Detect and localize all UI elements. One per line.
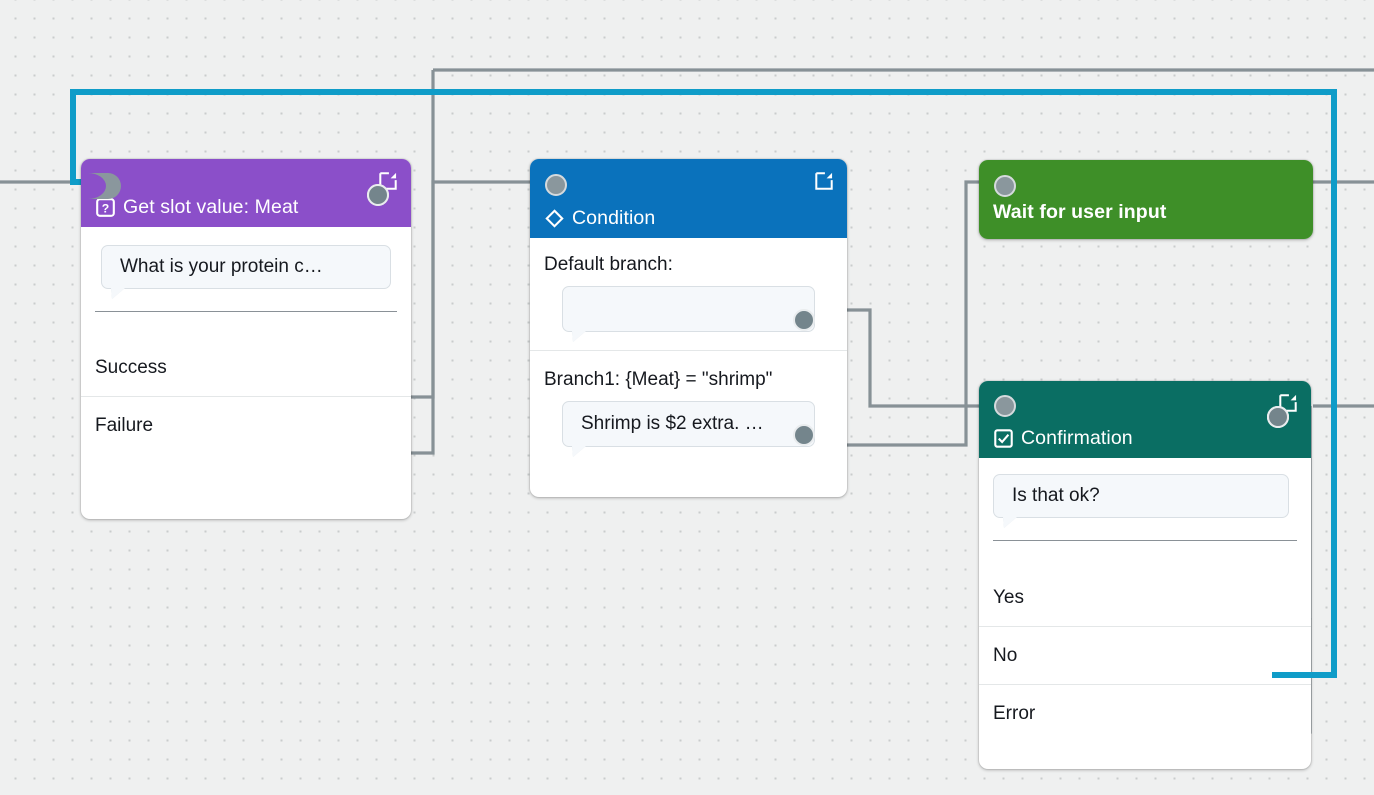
node-body: Default branch: Branch1: {Meat} = "shrim… bbox=[530, 238, 847, 465]
node-header[interactable]: ? Get slot value: Meat bbox=[81, 159, 411, 227]
output-port-error[interactable] bbox=[1267, 406, 1289, 428]
node-get-slot-value-meat[interactable]: ? Get slot value: Meat What is your prot… bbox=[81, 159, 411, 519]
node-title: Condition bbox=[572, 209, 655, 229]
edit-icon[interactable] bbox=[813, 170, 835, 192]
node-title: Get slot value: Meat bbox=[123, 198, 298, 218]
output-label-success: Success bbox=[95, 357, 167, 379]
output-label-error: Error bbox=[993, 703, 1035, 725]
branch-prompt-text-1: Shrimp is $2 extra. … bbox=[581, 413, 764, 435]
node-wait-for-user-input[interactable]: Wait for user input bbox=[979, 160, 1313, 239]
branch-prompt-wrap-default bbox=[530, 276, 847, 350]
diamond-icon bbox=[544, 208, 565, 229]
node-title-row: Confirmation bbox=[993, 428, 1133, 449]
output-label-failure: Failure bbox=[95, 415, 153, 437]
node-body: What is your protein c… Success Failure bbox=[81, 227, 411, 454]
node-title-row: Condition bbox=[544, 208, 655, 229]
node-condition[interactable]: Condition Default branch: Branch1: {Meat… bbox=[530, 159, 847, 497]
output-row-yes[interactable]: Yes bbox=[979, 569, 1311, 626]
node-header[interactable]: Wait for user input bbox=[979, 160, 1313, 239]
branch-output-port-default[interactable] bbox=[793, 309, 815, 331]
node-title: Confirmation bbox=[1021, 429, 1133, 449]
node-confirmation[interactable]: Confirmation Is that ok? Yes No bbox=[979, 381, 1311, 769]
checkbox-icon bbox=[993, 428, 1014, 449]
output-row-success[interactable]: Success bbox=[81, 339, 411, 396]
output-label-no: No bbox=[993, 645, 1017, 667]
node-header[interactable]: Confirmation bbox=[979, 381, 1311, 458]
node-body: Is that ok? Yes No Error bbox=[979, 458, 1311, 742]
prompt-wrap: Is that ok? bbox=[979, 458, 1311, 540]
prompt-text: Is that ok? bbox=[1012, 485, 1100, 507]
node-title-row: Wait for user input bbox=[993, 203, 1166, 223]
branch-label-default: Default branch: bbox=[530, 238, 847, 276]
output-label-yes: Yes bbox=[993, 587, 1024, 609]
output-row-no[interactable]: No bbox=[979, 627, 1311, 684]
input-port[interactable] bbox=[994, 395, 1016, 417]
input-port-arrow[interactable] bbox=[86, 167, 132, 207]
input-port[interactable] bbox=[994, 175, 1016, 197]
node-header[interactable]: Condition bbox=[530, 159, 847, 238]
flow-canvas[interactable]: ? Get slot value: Meat What is your prot… bbox=[0, 0, 1374, 795]
prompt-text: What is your protein c… bbox=[120, 256, 323, 278]
prompt-bubble[interactable]: Is that ok? bbox=[993, 474, 1289, 518]
output-port-failure[interactable] bbox=[367, 184, 389, 206]
input-port[interactable] bbox=[545, 174, 567, 196]
branch-label-1: Branch1: {Meat} = "shrimp" bbox=[530, 351, 847, 391]
branch-prompt-wrap-1: Shrimp is $2 extra. … bbox=[530, 391, 847, 465]
branch-prompt-bubble-1[interactable]: Shrimp is $2 extra. … bbox=[562, 401, 815, 447]
output-row-error[interactable]: Error bbox=[979, 685, 1311, 742]
branch-output-port-1[interactable] bbox=[793, 424, 815, 446]
node-title: Wait for user input bbox=[993, 203, 1166, 223]
prompt-wrap: What is your protein c… bbox=[81, 227, 411, 311]
prompt-bubble[interactable]: What is your protein c… bbox=[101, 245, 391, 289]
wire-success-to-condition bbox=[389, 182, 545, 397]
branch-prompt-bubble-default[interactable] bbox=[562, 286, 815, 332]
output-row-failure[interactable]: Failure bbox=[81, 397, 411, 454]
